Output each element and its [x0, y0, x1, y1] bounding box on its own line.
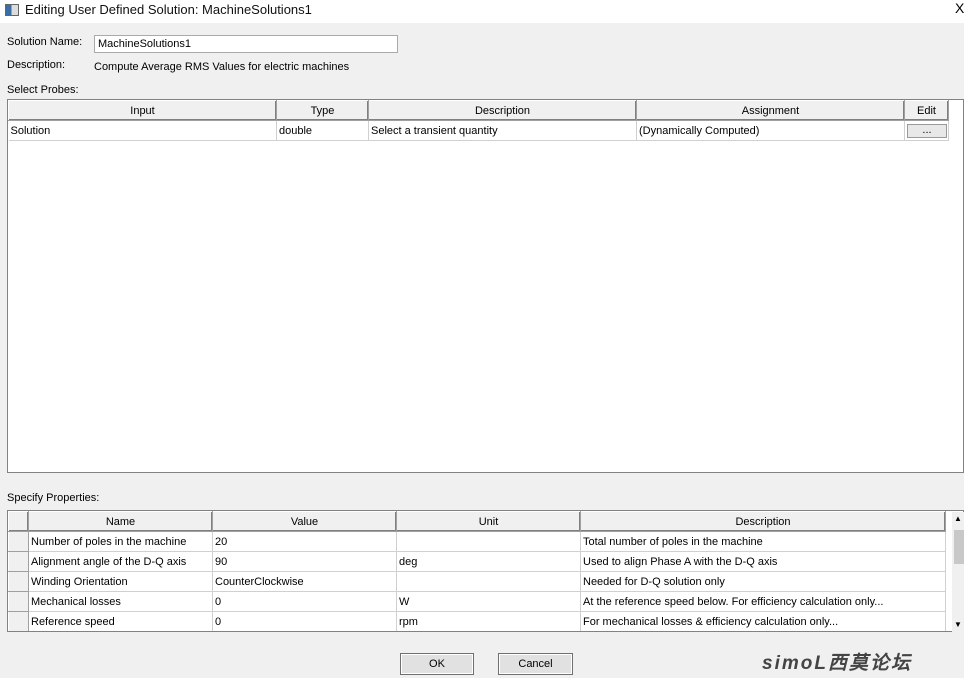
property-description: For mechanical losses & efficiency calcu…	[580, 611, 946, 631]
app-icon	[5, 4, 19, 16]
window-title: Editing User Defined Solution: MachineSo…	[25, 2, 312, 17]
column-header-input[interactable]: Input	[8, 100, 277, 121]
scroll-up-icon[interactable]: ▲	[954, 514, 962, 523]
solution-name-label: Solution Name:	[7, 36, 83, 48]
property-name: Winding Orientation	[28, 571, 213, 592]
row-header-corner	[8, 511, 29, 532]
watermark-logo: simoL西莫论坛	[762, 653, 912, 674]
probe-type[interactable]: double	[276, 120, 369, 141]
table-row[interactable]: Alignment angle of the D-Q axis 90 deg Used…	[8, 551, 946, 572]
properties-table: Name Value Unit Description Number of po…	[7, 510, 964, 632]
property-description: Needed for D-Q solution only	[580, 571, 946, 592]
title-bar: Editing User Defined Solution: MachineSo…	[0, 0, 964, 23]
property-description: At the reference speed below. For effici…	[580, 591, 946, 612]
property-value[interactable]: 0	[212, 611, 397, 631]
property-value[interactable]: 90	[212, 551, 397, 572]
row-header[interactable]	[8, 611, 29, 631]
table-row[interactable]: Reference speed 0 rpm For mechanical losses…	[8, 611, 946, 631]
probes-table: Input Type Description Assignment Edit S…	[7, 99, 964, 473]
description-label: Description:	[7, 59, 66, 71]
column-header-description[interactable]: Description	[368, 100, 637, 121]
property-name: Mechanical losses	[28, 591, 213, 612]
edit-button[interactable]: ...	[907, 123, 947, 138]
property-name: Reference speed	[28, 611, 213, 631]
column-header-description[interactable]: Description	[580, 511, 946, 532]
close-button[interactable]: X	[955, 0, 964, 16]
column-header-unit[interactable]: Unit	[396, 511, 581, 532]
row-header[interactable]	[8, 591, 29, 612]
row-header[interactable]	[8, 551, 29, 572]
property-name: Number of poles in the machine	[28, 531, 213, 552]
column-header-type[interactable]: Type	[276, 100, 369, 121]
select-probes-label: Select Probes:	[7, 84, 79, 96]
probe-description[interactable]: Select a transient quantity	[368, 120, 637, 141]
property-unit: W	[396, 591, 581, 612]
specify-properties-label: Specify Properties:	[7, 492, 100, 504]
property-description: Used to align Phase A with the D-Q axis	[580, 551, 946, 572]
property-name: Alignment angle of the D-Q axis	[28, 551, 213, 572]
probe-input[interactable]: Solution	[8, 120, 277, 141]
table-row[interactable]: Solution double Select a transient quant…	[8, 120, 949, 141]
column-header-name[interactable]: Name	[28, 511, 213, 532]
property-value[interactable]: CounterClockwise	[212, 571, 397, 592]
probes-header: Input Type Description Assignment Edit	[8, 100, 949, 121]
properties-header: Name Value Unit Description	[8, 511, 946, 532]
column-header-value[interactable]: Value	[212, 511, 397, 532]
solution-name-input[interactable]	[94, 35, 398, 53]
property-value[interactable]: 0	[212, 591, 397, 612]
property-unit: rpm	[396, 611, 581, 631]
property-description: Total number of poles in the machine	[580, 531, 946, 552]
cancel-button[interactable]: Cancel	[498, 653, 573, 675]
column-header-assignment[interactable]: Assignment	[636, 100, 905, 121]
property-unit	[396, 531, 581, 552]
scrollbar-thumb[interactable]	[954, 530, 964, 564]
description-value: Compute Average RMS Values for electric …	[94, 61, 350, 73]
row-header[interactable]	[8, 571, 29, 592]
property-unit: deg	[396, 551, 581, 572]
property-value[interactable]: 20	[212, 531, 397, 552]
row-header[interactable]	[8, 531, 29, 552]
table-row[interactable]: Number of poles in the machine 20 Total nu…	[8, 531, 946, 552]
probe-assignment[interactable]: (Dynamically Computed)	[636, 120, 905, 141]
scroll-down-icon[interactable]: ▼	[954, 620, 962, 629]
ok-button[interactable]: OK	[400, 653, 474, 675]
property-unit	[396, 571, 581, 592]
table-row[interactable]: Mechanical losses 0 W At the reference spee…	[8, 591, 946, 612]
column-header-edit[interactable]: Edit	[904, 100, 949, 121]
table-row[interactable]: Winding Orientation CounterClockwise Neede…	[8, 571, 946, 592]
